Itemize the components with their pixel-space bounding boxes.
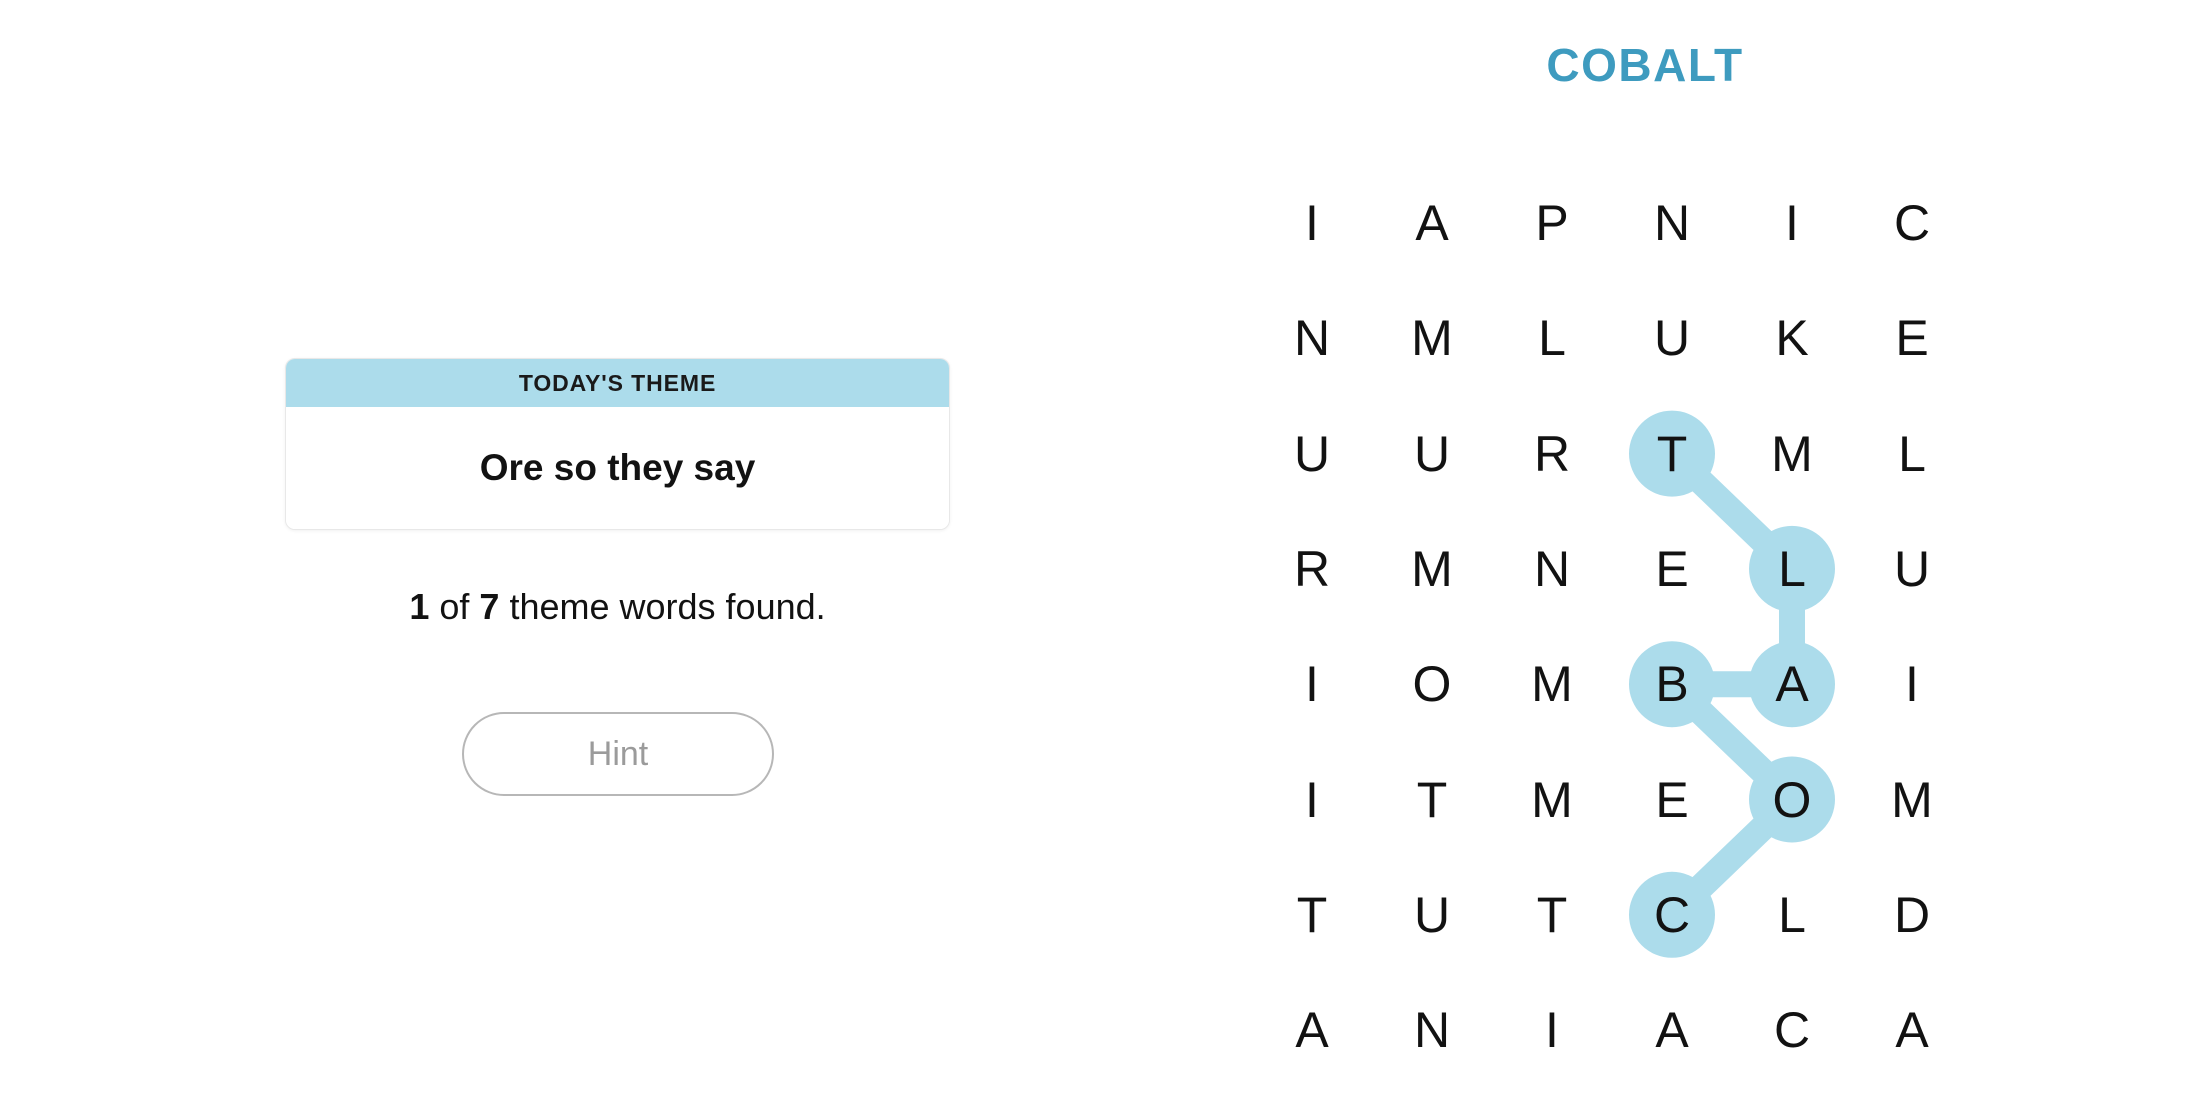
grid-cell-r0-c1[interactable]: A	[1384, 175, 1480, 271]
grid-cell-r4-c5[interactable]: I	[1864, 636, 1960, 732]
grid-cell-r1-c4[interactable]: K	[1744, 290, 1840, 386]
grid-cell-r1-c3[interactable]: U	[1624, 290, 1720, 386]
grid-cell-r2-c0[interactable]: U	[1264, 406, 1360, 502]
grid-cell-r3-c4[interactable]: L	[1744, 521, 1840, 617]
grid-cell-r0-c4[interactable]: I	[1744, 175, 1840, 271]
grid-cell-r1-c1[interactable]: M	[1384, 290, 1480, 386]
grid-cell-r0-c2[interactable]: P	[1504, 175, 1600, 271]
grid-cell-r7-c4[interactable]: C	[1744, 982, 1840, 1078]
grid-cell-r1-c2[interactable]: L	[1504, 290, 1600, 386]
of-label: of	[439, 586, 470, 627]
grid-cell-r5-c2[interactable]: M	[1504, 752, 1600, 848]
grid-cell-r7-c0[interactable]: A	[1264, 982, 1360, 1078]
puzzle-panel: COBALT IAPNICNMLUKEUURTMLRMNELUIOMBAIITM…	[1240, 0, 2200, 1100]
grid-cell-r7-c5[interactable]: A	[1864, 982, 1960, 1078]
grid-cell-r0-c3[interactable]: N	[1624, 175, 1720, 271]
grid-cell-r4-c3[interactable]: B	[1624, 636, 1720, 732]
theme-card-body: Ore so they say	[286, 407, 949, 529]
grid-cell-r3-c5[interactable]: U	[1864, 521, 1960, 617]
grid-cell-r6-c1[interactable]: U	[1384, 867, 1480, 963]
grid-cell-r2-c3[interactable]: T	[1624, 406, 1720, 502]
grid-cell-r6-c2[interactable]: T	[1504, 867, 1600, 963]
grid-cell-r1-c0[interactable]: N	[1264, 290, 1360, 386]
hint-button[interactable]: Hint	[462, 712, 774, 796]
theme-text: Ore so they say	[479, 446, 756, 488]
grid-cell-r1-c5[interactable]: E	[1864, 290, 1960, 386]
grid-cell-r6-c5[interactable]: D	[1864, 867, 1960, 963]
grid-cell-r6-c4[interactable]: L	[1744, 867, 1840, 963]
progress-status-text: 1 of 7 theme words found.	[285, 585, 950, 628]
grid-cell-r4-c2[interactable]: M	[1504, 636, 1600, 732]
grid-cell-r7-c3[interactable]: A	[1624, 982, 1720, 1078]
grid-cell-r0-c0[interactable]: I	[1264, 175, 1360, 271]
progress-suffix: theme words found.	[509, 586, 826, 627]
grid-cell-r0-c5[interactable]: C	[1864, 175, 1960, 271]
grid-cell-r4-c0[interactable]: I	[1264, 636, 1360, 732]
grid-cell-r7-c1[interactable]: N	[1384, 982, 1480, 1078]
grid-cell-r6-c0[interactable]: T	[1264, 867, 1360, 963]
todays-theme-card: TODAY'S THEME Ore so they say	[285, 358, 950, 530]
grid-cell-r5-c5[interactable]: M	[1864, 752, 1960, 848]
grid-cell-r5-c1[interactable]: T	[1384, 752, 1480, 848]
grid-cell-r4-c4[interactable]: A	[1744, 636, 1840, 732]
grid-cell-r2-c2[interactable]: R	[1504, 406, 1600, 502]
grid-cell-r5-c3[interactable]: E	[1624, 752, 1720, 848]
grid-cell-r2-c4[interactable]: M	[1744, 406, 1840, 502]
grid-cell-r4-c1[interactable]: O	[1384, 636, 1480, 732]
grid-cell-r3-c2[interactable]: N	[1504, 521, 1600, 617]
found-count: 1	[409, 586, 430, 627]
letter-grid: IAPNICNMLUKEUURTMLRMNELUIOMBAIITMEOMTUTC…	[1240, 0, 2200, 1100]
grid-cell-r5-c4[interactable]: O	[1744, 752, 1840, 848]
hint-button-label: Hint	[587, 734, 649, 773]
left-info-panel: TODAY'S THEME Ore so they say 1 of 7 the…	[0, 0, 1240, 1100]
total-count: 7	[479, 586, 500, 627]
grid-cell-r2-c1[interactable]: U	[1384, 406, 1480, 502]
grid-cell-r3-c0[interactable]: R	[1264, 521, 1360, 617]
grid-cell-r6-c3[interactable]: C	[1624, 867, 1720, 963]
theme-card-header-label: TODAY'S THEME	[518, 369, 717, 396]
grid-cell-r3-c1[interactable]: M	[1384, 521, 1480, 617]
grid-cell-r3-c3[interactable]: E	[1624, 521, 1720, 617]
theme-card-header: TODAY'S THEME	[286, 359, 949, 407]
grid-cell-r7-c2[interactable]: I	[1504, 982, 1600, 1078]
grid-cell-r5-c0[interactable]: I	[1264, 752, 1360, 848]
grid-cell-r2-c5[interactable]: L	[1864, 406, 1960, 502]
strands-puzzle-page: TODAY'S THEME Ore so they say 1 of 7 the…	[0, 0, 2200, 1100]
